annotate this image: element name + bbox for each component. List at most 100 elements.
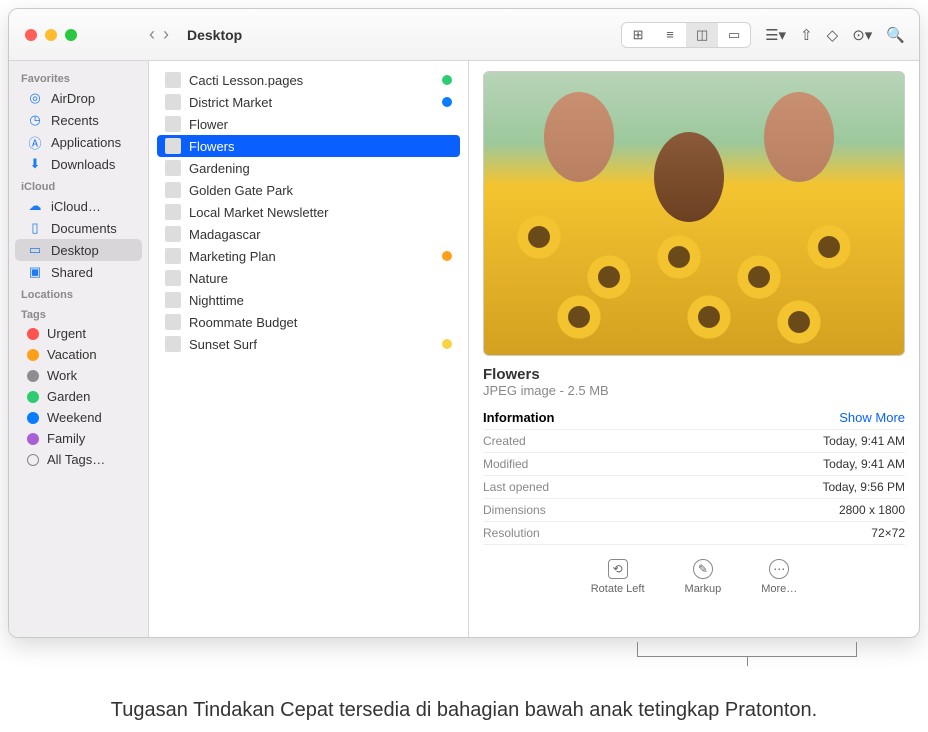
tag-dot-icon bbox=[27, 454, 39, 466]
column-view-button[interactable]: ◫ bbox=[686, 23, 718, 47]
preview-pane: Flowers JPEG image - 2.5 MB Information … bbox=[469, 61, 919, 637]
toolbar-right: ⊞ ≡ ◫ ▭ ☰▾ ⇧ ◇ ⊙▾ 🔍 bbox=[621, 22, 905, 48]
downloads-icon: ⬇ bbox=[27, 156, 43, 172]
callout-bracket bbox=[637, 642, 857, 666]
markup-icon: ✎ bbox=[693, 559, 713, 579]
forward-icon[interactable]: › bbox=[163, 24, 169, 45]
file-row[interactable]: District Market bbox=[157, 91, 460, 113]
tag-dot-icon bbox=[442, 97, 452, 107]
sidebar-tag[interactable]: Urgent bbox=[15, 323, 142, 344]
sidebar-tag[interactable]: Family bbox=[15, 428, 142, 449]
gallery-view-button[interactable]: ▭ bbox=[718, 23, 750, 47]
preview-image bbox=[483, 71, 905, 356]
list-view-button[interactable]: ≡ bbox=[654, 23, 686, 47]
sidebar-item-airdrop[interactable]: ◎AirDrop bbox=[15, 87, 142, 109]
icon-view-button[interactable]: ⊞ bbox=[622, 23, 654, 47]
file-icon bbox=[165, 138, 181, 154]
file-row[interactable]: Flowers bbox=[157, 135, 460, 157]
window-controls bbox=[9, 29, 149, 41]
caption-text: Tugasan Tindakan Cepat tersedia di bahag… bbox=[8, 696, 920, 724]
file-row[interactable]: Flower bbox=[157, 113, 460, 135]
sidebar-head-locations: Locations bbox=[9, 283, 148, 303]
nav-arrows: ‹ › bbox=[149, 24, 169, 45]
cloud-icon: ☁ bbox=[27, 198, 43, 214]
tag-dot-icon bbox=[27, 370, 39, 382]
desktop-icon: ▭ bbox=[27, 242, 43, 258]
sidebar-item-documents[interactable]: ▯Documents bbox=[15, 217, 142, 239]
preview-subtitle: JPEG image - 2.5 MB bbox=[483, 383, 905, 398]
tag-dot-icon bbox=[27, 433, 39, 445]
sidebar-tag[interactable]: Work bbox=[15, 365, 142, 386]
sidebar-tag[interactable]: Garden bbox=[15, 386, 142, 407]
file-row[interactable]: Madagascar bbox=[157, 223, 460, 245]
more-icon[interactable]: ⊙▾ bbox=[852, 26, 872, 44]
file-row[interactable]: Golden Gate Park bbox=[157, 179, 460, 201]
tag-dot-icon bbox=[27, 349, 39, 361]
sidebar-item-shared[interactable]: ▣Shared bbox=[15, 261, 142, 283]
ellipsis-icon: ⋯ bbox=[769, 559, 789, 579]
file-row[interactable]: Cacti Lesson.pages bbox=[157, 69, 460, 91]
rotate-icon: ⟲ bbox=[608, 559, 628, 579]
sidebar-head-icloud: iCloud bbox=[9, 175, 148, 195]
file-icon bbox=[165, 72, 181, 88]
file-icon bbox=[165, 292, 181, 308]
file-row[interactable]: Marketing Plan bbox=[157, 245, 460, 267]
file-icon bbox=[165, 226, 181, 242]
tag-dot-icon bbox=[27, 328, 39, 340]
file-icon bbox=[165, 182, 181, 198]
back-icon[interactable]: ‹ bbox=[149, 24, 155, 45]
search-icon[interactable]: 🔍 bbox=[886, 26, 905, 44]
doc-icon: ▯ bbox=[27, 220, 43, 236]
sidebar-tag[interactable]: All Tags… bbox=[15, 449, 142, 470]
tag-dot-icon bbox=[442, 251, 452, 261]
sidebar-tag[interactable]: Weekend bbox=[15, 407, 142, 428]
sidebar-item-icloud[interactable]: ☁iCloud… bbox=[15, 195, 142, 217]
share-icon[interactable]: ⇧ bbox=[800, 26, 813, 44]
quick-actions: ⟲Rotate Left ✎Markup ⋯More… bbox=[483, 559, 905, 595]
file-row[interactable]: Sunset Surf bbox=[157, 333, 460, 355]
file-row[interactable]: Roommate Budget bbox=[157, 311, 460, 333]
tag-dot-icon bbox=[442, 75, 452, 85]
file-icon bbox=[165, 204, 181, 220]
file-icon bbox=[165, 160, 181, 176]
info-row: Last openedToday, 9:56 PM bbox=[483, 476, 905, 499]
titlebar: ‹ › Desktop ⊞ ≡ ◫ ▭ ☰▾ ⇧ ◇ ⊙▾ 🔍 bbox=[9, 9, 919, 61]
file-row[interactable]: Gardening bbox=[157, 157, 460, 179]
show-more-link[interactable]: Show More bbox=[839, 410, 905, 425]
markup-button[interactable]: ✎Markup bbox=[685, 559, 722, 595]
minimize-icon[interactable] bbox=[45, 29, 57, 41]
file-row[interactable]: Nighttime bbox=[157, 289, 460, 311]
tag-dot-icon bbox=[442, 339, 452, 349]
file-row[interactable]: Nature bbox=[157, 267, 460, 289]
file-icon bbox=[165, 314, 181, 330]
file-icon bbox=[165, 248, 181, 264]
file-icon bbox=[165, 116, 181, 132]
window-title: Desktop bbox=[187, 27, 242, 43]
clock-icon: ◷ bbox=[27, 112, 43, 128]
info-row: Resolution72×72 bbox=[483, 522, 905, 545]
sidebar-item-desktop[interactable]: ▭Desktop bbox=[15, 239, 142, 261]
tag-dot-icon bbox=[27, 412, 39, 424]
more-button[interactable]: ⋯More… bbox=[761, 559, 797, 595]
file-list: Cacti Lesson.pagesDistrict MarketFlowerF… bbox=[149, 61, 469, 637]
file-row[interactable]: Local Market Newsletter bbox=[157, 201, 460, 223]
info-row: Dimensions2800 x 1800 bbox=[483, 499, 905, 522]
close-icon[interactable] bbox=[25, 29, 37, 41]
apps-icon: Ⓐ bbox=[27, 134, 43, 150]
zoom-icon[interactable] bbox=[65, 29, 77, 41]
sidebar-item-downloads[interactable]: ⬇Downloads bbox=[15, 153, 142, 175]
file-icon bbox=[165, 336, 181, 352]
shared-icon: ▣ bbox=[27, 264, 43, 280]
rotate-left-button[interactable]: ⟲Rotate Left bbox=[591, 559, 645, 595]
sidebar-item-recents[interactable]: ◷Recents bbox=[15, 109, 142, 131]
group-icon[interactable]: ☰▾ bbox=[765, 26, 786, 44]
airdrop-icon: ◎ bbox=[27, 90, 43, 106]
sidebar-head-tags: Tags bbox=[9, 303, 148, 323]
tag-dot-icon bbox=[27, 391, 39, 403]
finder-window: ‹ › Desktop ⊞ ≡ ◫ ▭ ☰▾ ⇧ ◇ ⊙▾ 🔍 Favorite… bbox=[8, 8, 920, 638]
info-row: ModifiedToday, 9:41 AM bbox=[483, 453, 905, 476]
sidebar-tag[interactable]: Vacation bbox=[15, 344, 142, 365]
file-icon bbox=[165, 94, 181, 110]
sidebar-item-applications[interactable]: ⒶApplications bbox=[15, 131, 142, 153]
tags-icon[interactable]: ◇ bbox=[827, 26, 839, 44]
